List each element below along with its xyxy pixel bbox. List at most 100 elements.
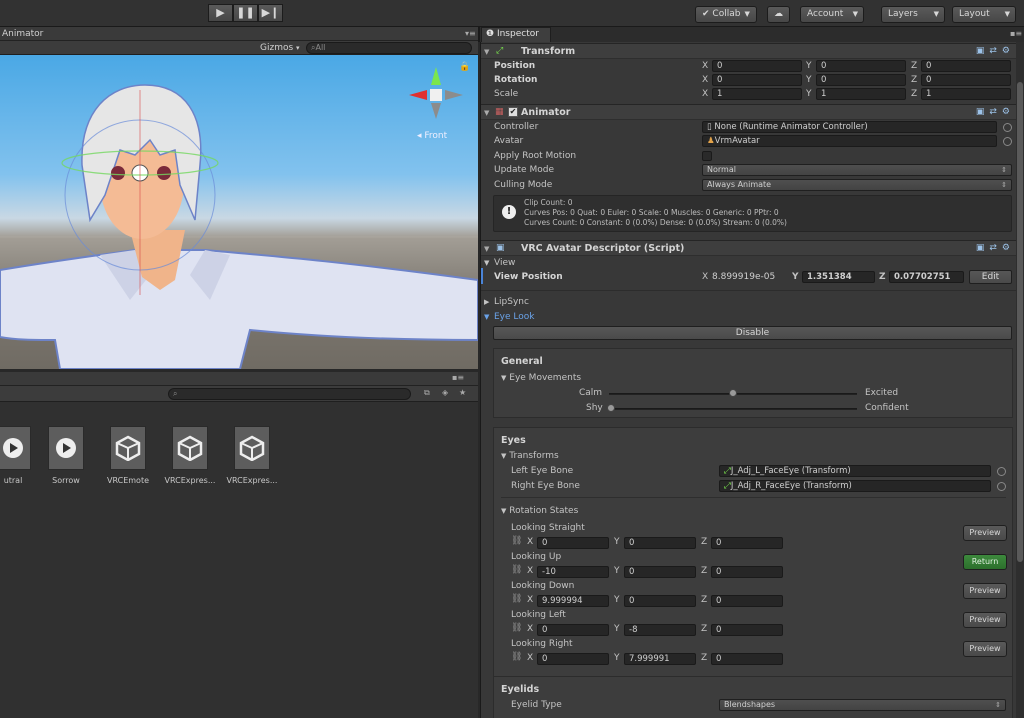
rotation-z-field[interactable]: 0 — [921, 74, 1011, 86]
rotation-y-field[interactable]: 0 — [816, 74, 906, 86]
position-y-field[interactable]: 0 — [816, 60, 906, 72]
asset-item[interactable]: VRCExpres... — [155, 426, 225, 485]
update-mode-dropdown[interactable]: Normal ⇕ — [702, 164, 1012, 176]
asset-item[interactable]: VRCExpres... — [217, 426, 287, 485]
state-z-field[interactable]: 0 — [711, 566, 783, 578]
project-search-input[interactable]: ⌕ — [168, 388, 411, 400]
scale-x-field[interactable]: 1 — [712, 88, 802, 100]
gizmos-dropdown[interactable]: Gizmos ▾ — [260, 42, 300, 54]
account-dropdown[interactable]: Account ▼ — [800, 6, 864, 23]
shy-confident-slider-knob[interactable] — [607, 404, 615, 412]
pause-button[interactable]: ❚❚ — [233, 4, 258, 22]
chevron-down-icon: ▾ — [296, 44, 300, 52]
state-z-field[interactable]: 0 — [711, 624, 783, 636]
object-picker-icon[interactable] — [1003, 137, 1012, 146]
preview-button[interactable]: Preview — [963, 583, 1007, 599]
inspector-scrollbar[interactable] — [1016, 42, 1024, 718]
state-x-field[interactable]: 9.999994 — [537, 595, 609, 607]
star-icon[interactable]: ★ — [459, 388, 466, 397]
enabled-checkbox[interactable]: ✔ — [508, 107, 518, 117]
animator-header[interactable]: ▼ ▦ ✔ Animator ▣⇄⚙ — [481, 104, 1024, 120]
tab-menu-icon[interactable]: ▾≡ — [465, 29, 476, 38]
cloud-button[interactable]: ☁ — [767, 6, 790, 23]
descriptor-header[interactable]: ▼ ▣ VRC Avatar Descriptor (Script) ▣⇄⚙ — [481, 240, 1024, 256]
state-z-field[interactable]: 0 — [711, 595, 783, 607]
scale-y-field[interactable]: 1 — [816, 88, 906, 100]
label-icon[interactable]: ◈ — [442, 388, 448, 397]
state-label: Looking Down — [511, 581, 575, 591]
position-x-field[interactable]: 0 — [712, 60, 802, 72]
object-picker-icon[interactable] — [1003, 123, 1012, 132]
right-eye-bone-field[interactable]: ⤢J_Adj_R_FaceEye (Transform) — [719, 480, 991, 492]
preview-button[interactable]: Preview — [963, 641, 1007, 657]
scene-viewport[interactable]: ◂ Front 🔒 — [0, 55, 478, 369]
view-foldout[interactable]: ▼ View — [481, 256, 1011, 270]
state-y-field[interactable]: 0 — [624, 566, 696, 578]
state-y-field[interactable]: 0 — [624, 537, 696, 549]
state-x-field[interactable]: -10 — [537, 566, 609, 578]
check-icon: ✔ — [702, 9, 710, 19]
culling-mode-row: Culling Mode Always Animate ⇕ — [481, 178, 1012, 192]
animator-icon: ▦ — [495, 107, 504, 117]
scale-z-field[interactable]: 1 — [921, 88, 1011, 100]
transform-header[interactable]: ▼ ⤢ Transform ▣⇄⚙ — [481, 43, 1024, 59]
object-picker-icon[interactable] — [997, 467, 1006, 476]
lipsync-foldout[interactable]: ▶ LipSync — [481, 295, 1011, 309]
controller-field[interactable]: ▯ None (Runtime Animator Controller) — [702, 121, 997, 133]
transforms-foldout[interactable]: ▼ Transforms — [501, 451, 559, 461]
left-eye-bone-field[interactable]: ⤢J_Adj_L_FaceEye (Transform) — [719, 465, 991, 477]
state-z-field[interactable]: 0 — [711, 537, 783, 549]
state-x-field[interactable]: 0 — [537, 537, 609, 549]
preview-button[interactable]: Preview — [963, 525, 1007, 541]
layers-dropdown[interactable]: Layers ▼ — [881, 6, 945, 23]
eyelid-type-dropdown[interactable]: Blendshapes ⇕ — [719, 699, 1006, 711]
view-position-x[interactable]: 8.899919e-05 — [712, 270, 775, 284]
scrollbar-thumb[interactable] — [1017, 82, 1023, 562]
lock-icon[interactable]: 🔒 — [459, 62, 470, 72]
calm-excited-slider-knob[interactable] — [729, 389, 737, 397]
component-menu-icon[interactable]: ▣⇄⚙ — [976, 243, 1015, 253]
culling-mode-dropdown[interactable]: Always Animate ⇕ — [702, 179, 1012, 191]
filter-type-icon[interactable]: ⧉ — [424, 388, 430, 398]
avatar-field[interactable]: ♟VrmAvatar — [702, 135, 997, 147]
component-menu-icon[interactable]: ▣⇄⚙ — [976, 107, 1015, 117]
scene-search-input[interactable]: ⌕All — [306, 42, 472, 54]
apply-root-motion-checkbox[interactable] — [702, 151, 712, 161]
state-y-field[interactable]: 7.999991 — [624, 653, 696, 665]
preview-button[interactable]: Preview — [963, 612, 1007, 628]
return-button[interactable]: Return — [963, 554, 1007, 570]
rotation-states-foldout[interactable]: ▼ Rotation States — [501, 506, 578, 516]
state-z-field[interactable]: 0 — [711, 653, 783, 665]
edit-view-button[interactable]: Edit — [969, 270, 1012, 284]
lock-icon[interactable]: ▪≡ — [452, 373, 464, 382]
state-x-field[interactable]: 0 — [537, 653, 609, 665]
layout-dropdown[interactable]: Layout ▼ — [952, 6, 1016, 23]
scale-row: Scale X 1 Y 1 Z 1 — [481, 87, 1011, 101]
link-icon: ⛓ — [511, 623, 523, 633]
tab-inspector[interactable]: ❶ Inspector — [481, 27, 551, 42]
info-icon: ❶ — [486, 29, 495, 39]
state-x-field[interactable]: 0 — [537, 624, 609, 636]
state-y-field[interactable]: 0 — [624, 595, 696, 607]
state-y-field[interactable]: -8 — [624, 624, 696, 636]
rotation-x-field[interactable]: 0 — [712, 74, 802, 86]
eye-movements-foldout[interactable]: ▼ Eye Movements — [501, 373, 581, 383]
orientation-gizmo[interactable] — [405, 63, 465, 133]
shy-confident-slider[interactable] — [609, 408, 857, 410]
position-z-field[interactable]: 0 — [921, 60, 1011, 72]
disable-eyelook-button[interactable]: Disable — [493, 326, 1012, 340]
view-position-z-field[interactable]: 0.07702751 — [889, 271, 964, 283]
asset-item[interactable]: VRCEmote — [93, 426, 163, 485]
play-button[interactable]: ▶ — [208, 4, 233, 22]
divider — [501, 497, 1006, 498]
eyelook-foldout[interactable]: ▼ Eye Look — [481, 310, 1011, 324]
object-picker-icon[interactable] — [997, 482, 1006, 491]
collab-dropdown[interactable]: ✔ Collab ▼ — [695, 6, 757, 23]
tab-animator[interactable]: Animator — [0, 28, 43, 41]
asset-item[interactable]: Sorrow — [31, 426, 101, 485]
tab-menu-icon[interactable]: ▪≡ — [1010, 29, 1022, 38]
component-menu-icon[interactable]: ▣⇄⚙ — [976, 46, 1015, 56]
view-position-y-field[interactable]: 1.351384 — [802, 271, 875, 283]
chevron-down-icon: ▼ — [484, 48, 490, 56]
step-button[interactable]: ▶❙ — [258, 4, 283, 22]
